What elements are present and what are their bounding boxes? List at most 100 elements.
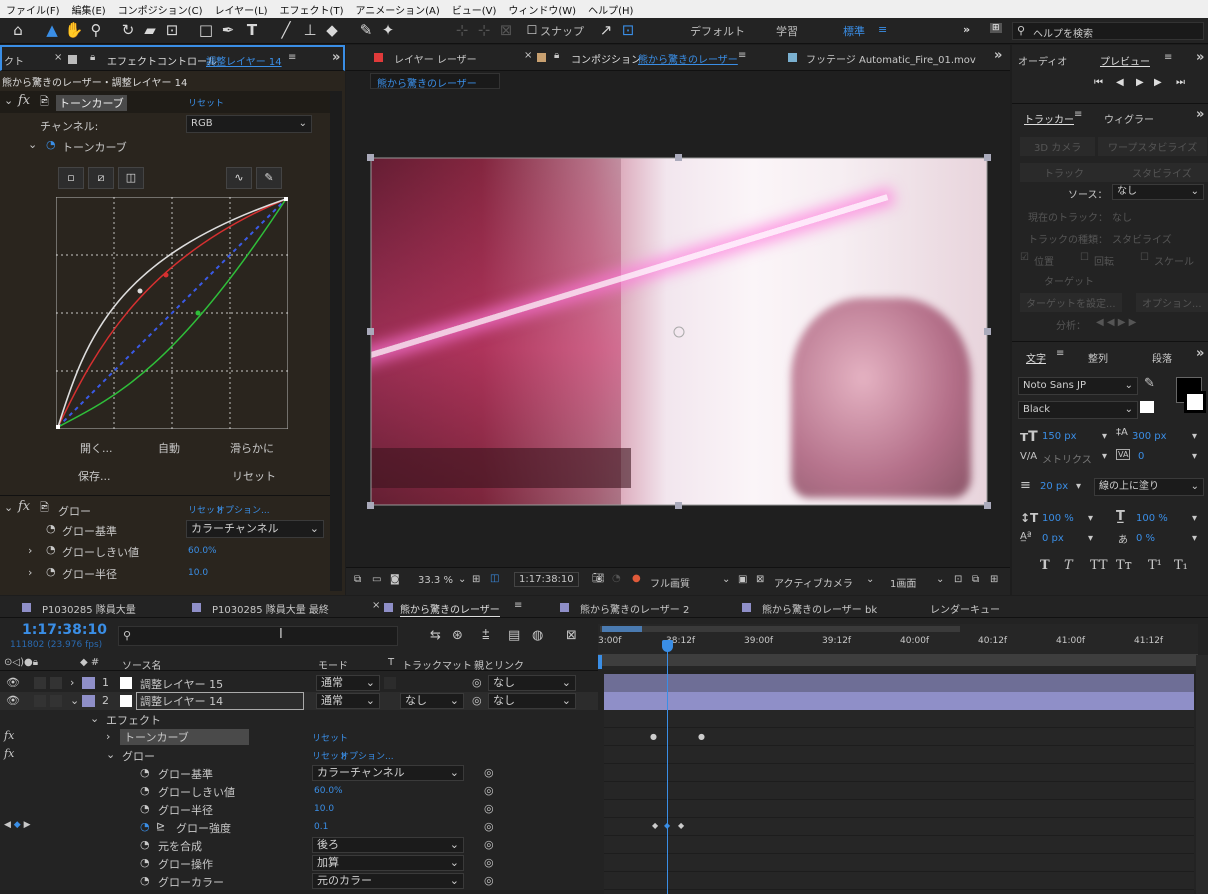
puppet-tool-icon[interactable]: ✦ [378,20,398,40]
tracker-tab[interactable]: トラッカー [1024,111,1074,126]
tracking-value[interactable]: 0 [1138,451,1144,462]
graph-editor-icon[interactable]: ⊠ [566,628,577,643]
timeline-tab-4[interactable]: 熊から驚きのレーザー 2 [580,601,689,616]
wiggler-tab[interactable]: ウィグラー [1104,111,1154,126]
comp-breadcrumb[interactable]: 熊から驚きのレーザー [370,73,500,90]
leading-value[interactable]: 300 px [1132,431,1167,442]
pickwhip-icon[interactable]: ◎ [472,676,482,689]
chevron-down-icon[interactable]: ▾ [1102,431,1107,442]
snapshot-icon[interactable]: 📷︎ [592,573,605,584]
property-value[interactable]: 0.1 [314,822,328,832]
superscript-button[interactable]: T¹ [1148,558,1162,573]
menu-effect[interactable]: エフェクト(T) [274,2,350,17]
blend-mode-dropdown[interactable]: 通常 ⌄ [316,675,380,691]
render-queue-tab[interactable]: レンダーキュー [930,601,1000,616]
menu-composition[interactable]: コンポジション(C) [112,2,209,17]
master-curve-point[interactable] [137,288,143,294]
glow-base-dropdown[interactable]: カラーチャンネル ⌄ [186,520,324,538]
next-frame-icon[interactable]: ▶ [1154,77,1162,88]
chevron-down-icon[interactable]: ▾ [1192,431,1197,442]
pan-behind-tool-icon[interactable]: ⊡ [162,20,182,40]
glow-effect-timeline-row[interactable]: fx ⌄ グロー リセット オプション... [0,746,598,764]
lock-icon[interactable]: 🔒︎ [554,50,559,61]
track-camera-button[interactable]: 3D カメラ [1020,137,1096,156]
workspace-toggle-icon[interactable]: ⊞ [990,23,1002,33]
stopwatch-icon[interactable]: ◔ [140,802,150,815]
menu-file[interactable]: ファイル(F) [0,2,66,17]
baseline-shift-value[interactable]: 0 px [1042,533,1064,544]
pencil-tool-button[interactable]: ✎ [256,167,282,189]
panel-menu-icon[interactable]: ≡ [1074,109,1082,120]
track-matte-dropdown[interactable]: なし ⌄ [400,693,464,709]
solo-toggle[interactable] [34,695,46,707]
radius-stopwatch-icon[interactable]: ◔ [46,565,56,578]
effect-panel-prev-tab[interactable]: クト [4,53,24,68]
all-caps-button[interactable]: TT [1090,558,1108,573]
stopwatch-icon[interactable]: ◔ [140,838,150,851]
chevron-down-icon[interactable]: ▾ [1088,513,1093,524]
current-time-display[interactable]: 1:17:38:10 [514,572,579,587]
expression-pickwhip-icon[interactable]: ◎ [484,802,494,815]
horizontal-scale-value[interactable]: 100 % [1136,513,1168,524]
eraser-tool-icon[interactable]: ◆ [322,20,342,40]
glow-effect-name[interactable]: グロー [58,503,91,519]
radius-expand-icon[interactable]: › [28,566,32,579]
align-tab[interactable]: 整列 [1088,350,1108,365]
timeline-tab-3[interactable]: 熊から驚きのレーザー [400,601,500,617]
work-area-range[interactable] [598,654,1198,666]
panel-menu-icon[interactable]: ≡ [514,600,522,611]
play-icon[interactable]: ▶ [1136,77,1144,88]
menu-window[interactable]: ウィンドウ(W) [502,2,582,17]
effects-group-row[interactable]: ⌄ エフェクト [0,710,598,728]
playhead-handle[interactable] [662,640,673,652]
comp-tab-prefix[interactable]: コンポジション [571,51,641,66]
fast-preview-icon[interactable]: ⧉ [972,574,979,585]
property-row[interactable]: ◔ 元を合成 後ろ ⌄ ◎ [0,836,598,854]
expand-arrow-icon[interactable]: ⌄ [4,94,13,107]
axis-local-icon[interactable]: ⊹ [452,20,472,40]
zoom-value[interactable]: 33.3 % [418,575,453,586]
roi-icon[interactable]: ▣ [738,574,747,585]
anchor-point-icon[interactable] [673,326,685,338]
curves-save-button[interactable]: 保存... [78,468,111,484]
timeline-search[interactable]: ⚲ I [118,626,398,646]
preserve-transparency-toggle[interactable] [384,677,396,689]
curves-graph[interactable] [56,197,288,429]
chevron-down-icon[interactable]: ▾ [1192,451,1197,462]
parent-header[interactable]: 親とリンク [474,657,524,672]
timeline-timecode[interactable]: 1:17:38:10 [22,622,107,638]
expression-pickwhip-icon[interactable]: ◎ [484,856,494,869]
monitor-icon[interactable]: ▭ [372,574,381,585]
keyframe-navigator-icon[interactable]: ◀ ◆ ▶ [4,820,31,830]
property-row[interactable]: ◔ グローカラー 元のカラー ⌄ ◎ [0,872,598,890]
glow-effect-label[interactable]: グロー [122,748,155,764]
keyframe-marker[interactable]: ◆ [678,821,684,830]
tsume-value[interactable]: 0 % [1136,533,1155,544]
curve-white-point[interactable] [284,197,288,201]
vertical-scale-value[interactable]: 100 % [1042,513,1074,524]
workspace-menu-icon[interactable]: ≡ [878,23,887,36]
curves-smooth-button[interactable]: 滑らかに [230,440,274,456]
tracker-options-button[interactable]: オプション... [1136,293,1208,312]
video-toggle-icon[interactable]: 👁︎ [6,694,20,707]
property-dropdown[interactable]: 後ろ ⌄ [312,837,464,853]
curves-size-small-button[interactable]: ▫ [58,167,84,189]
axis-world-icon[interactable]: ⊹ [474,20,494,40]
timeline-scrollbar[interactable] [1196,655,1208,894]
title-safe-icon[interactable]: ⊞ [472,574,480,585]
curves-size-large-button[interactable]: ◫ [118,167,144,189]
workspace-learn[interactable]: 学習 [776,23,798,39]
property-row[interactable]: ◀ ◆ ▶ ◔ ⊵ グロー強度 0.1 ◎ [0,818,598,836]
resolution-value[interactable]: フル画質 [650,575,690,590]
curves-reset-link[interactable]: リセット [312,731,348,744]
layer-name[interactable]: 調整レイヤー 14 [136,692,305,710]
faux-bold-button[interactable]: T [1040,558,1050,573]
layer-label-color[interactable] [82,677,95,689]
glow-switch-icon[interactable]: 🖻︎ [40,499,49,518]
keyframe-marker[interactable]: ● [698,732,705,741]
stopwatch-icon[interactable]: ◔ [140,784,150,797]
effect-panel-title[interactable]: エフェクトコントロール [107,53,217,68]
channel-dropdown[interactable]: RGB ⌄ [186,115,312,133]
stroke-mode-dropdown[interactable]: 線の上に塗り ⌄ [1094,478,1204,496]
time-ruler[interactable]: 3:00f 38:12f 39:00f 39:12f 40:00f 40:12f… [598,624,1198,670]
